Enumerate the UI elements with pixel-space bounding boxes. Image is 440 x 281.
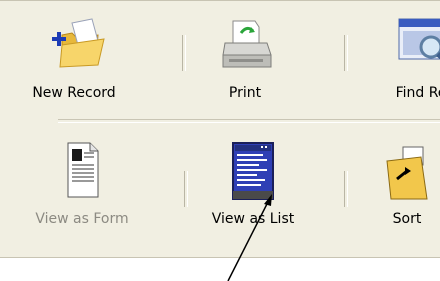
annotation-arrow bbox=[227, 194, 272, 281]
